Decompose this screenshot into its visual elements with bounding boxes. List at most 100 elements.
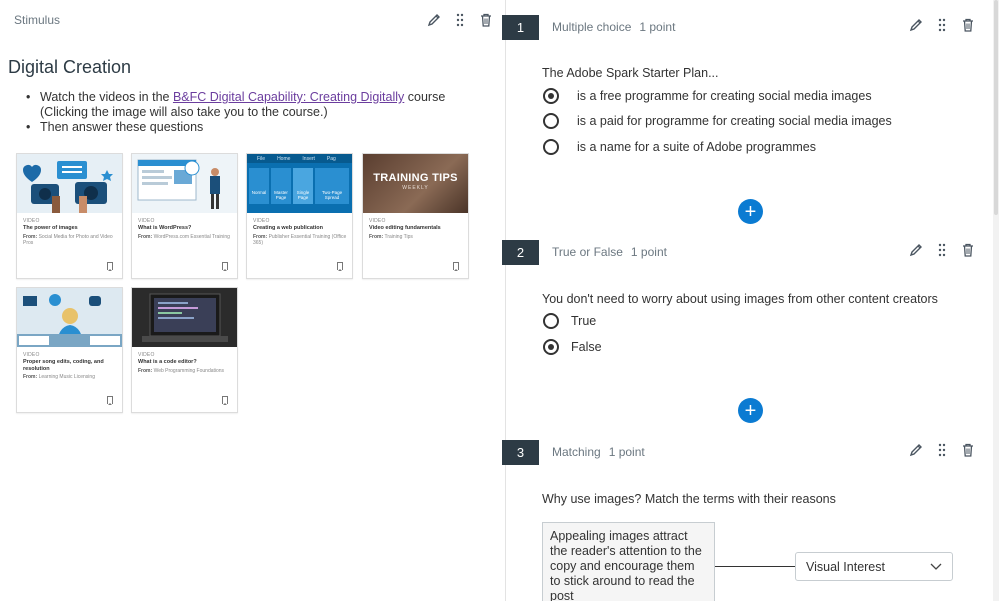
bookmark-icon[interactable]: [453, 262, 459, 271]
bookmark-icon[interactable]: [222, 262, 228, 271]
bookmark-icon[interactable]: [337, 262, 343, 271]
card-source-text: Publisher Essential Training (Office 365…: [253, 233, 347, 246]
thumb-subheadline: WEEKLY: [402, 185, 429, 191]
plus-icon: +: [744, 399, 757, 422]
option-label: is a paid for programme for creating soc…: [577, 114, 892, 128]
card-source-label: From:: [138, 233, 153, 240]
scrollbar-thumb[interactable]: [994, 0, 998, 215]
trash-icon[interactable]: [961, 443, 975, 457]
bookmark-icon[interactable]: [222, 396, 228, 405]
thumb-tile: Single Page: [293, 168, 313, 204]
card-source: From: WordPress.com Essential Training: [138, 234, 233, 240]
instruction-text: Watch the videos in the: [40, 90, 173, 104]
chevron-down-icon: [930, 561, 942, 575]
match-answer-value: Visual Interest: [806, 559, 885, 574]
pencil-icon[interactable]: [909, 243, 923, 257]
question-number-badge: 2: [502, 240, 539, 265]
video-card[interactable]: VIDEO What is WordPress? From: WordPress…: [131, 153, 238, 279]
card-source: From: Social Media for Photo and Video P…: [23, 234, 118, 246]
question-type: Matching: [552, 445, 601, 459]
card-tag: VIDEO: [138, 352, 155, 358]
trash-icon[interactable]: [479, 13, 493, 27]
card-source: From: Web Programming Foundations: [138, 368, 233, 374]
card-source-text: Web Programming Foundations: [153, 367, 225, 374]
thumb-menu-bar: File Home Insert Pag: [247, 154, 352, 163]
question-type: Multiple choice: [552, 20, 632, 34]
bookmark-icon[interactable]: [107, 396, 113, 405]
question-toolbar: [909, 18, 975, 32]
question-type-label: Multiple choice 1 point: [552, 20, 675, 34]
card-source: From: Publisher Essential Training (Offi…: [253, 234, 348, 246]
question-text: Why use images? Match the terms with the…: [542, 492, 836, 506]
drag-handle-icon[interactable]: [935, 443, 949, 457]
card-source-text: Social Media for Photo and Video Pros: [23, 233, 113, 246]
card-tag: VIDEO: [138, 218, 155, 224]
instruction-note: (Clicking the image will also take you t…: [40, 105, 328, 119]
video-thumbnail[interactable]: [132, 288, 237, 347]
video-card[interactable]: TRAINING TIPS WEEKLY VIDEO Video editing…: [362, 153, 469, 279]
answer-option[interactable]: is a free programme for creating social …: [543, 88, 872, 104]
trash-icon[interactable]: [961, 243, 975, 257]
option-label: is a free programme for creating social …: [577, 89, 872, 103]
question-type-label: True or False 1 point: [552, 245, 667, 259]
thumb-tile: Two-Page Spread: [315, 168, 349, 204]
question-toolbar: [909, 243, 975, 257]
card-title: Proper song edits, coding, and resolutio…: [23, 359, 104, 372]
drag-handle-icon[interactable]: [935, 243, 949, 257]
card-title: What is a code editor?: [138, 359, 197, 365]
radio-unselected[interactable]: [543, 313, 559, 329]
card-tag: VIDEO: [23, 218, 40, 224]
instruction-answer: Then answer these questions: [24, 120, 464, 135]
answer-option[interactable]: is a name for a suite of Adobe programme…: [543, 139, 816, 155]
radio-selected[interactable]: [543, 339, 559, 355]
pencil-icon[interactable]: [909, 18, 923, 32]
instruction-text: course: [404, 90, 446, 104]
question-toolbar: [909, 443, 975, 457]
stimulus-title: Digital Creation: [8, 57, 132, 77]
video-card[interactable]: File Home Insert Pag Normal Master Page …: [246, 153, 353, 279]
stimulus-panel: Stimulus Digital Creation Watch the vide…: [0, 0, 506, 601]
answer-option[interactable]: True: [543, 313, 596, 329]
card-tag: VIDEO: [23, 352, 40, 358]
video-thumbnail[interactable]: [17, 154, 122, 213]
instructions-list: Watch the videos in the B&FC Digital Cap…: [24, 90, 464, 135]
stimulus-label: Stimulus: [14, 13, 61, 27]
radio-unselected[interactable]: [543, 113, 559, 129]
answer-option[interactable]: False: [543, 339, 602, 355]
video-card[interactable]: VIDEO What is a code editor? From: Web P…: [131, 287, 238, 413]
plus-icon: +: [744, 200, 757, 223]
video-card[interactable]: VIDEO Proper song edits, coding, and res…: [16, 287, 123, 413]
answer-option[interactable]: is a paid for programme for creating soc…: [543, 113, 892, 129]
match-answer-select[interactable]: Visual Interest: [795, 552, 953, 581]
card-source: From: Learning Music Licensing: [23, 374, 118, 380]
video-thumbnail[interactable]: [132, 154, 237, 213]
question-number-badge: 3: [502, 440, 539, 465]
add-question-button[interactable]: +: [738, 199, 763, 224]
course-link[interactable]: B&FC Digital Capability: Creating Digita…: [173, 90, 404, 104]
question-text: The Adobe Spark Starter Plan...: [542, 66, 719, 80]
video-thumbnail[interactable]: File Home Insert Pag Normal Master Page …: [247, 154, 352, 213]
radio-unselected[interactable]: [543, 139, 559, 155]
video-card[interactable]: VIDEO The power of images From: Social M…: [16, 153, 123, 279]
add-question-button[interactable]: +: [738, 398, 763, 423]
scrollbar[interactable]: [993, 0, 999, 601]
bookmark-icon[interactable]: [107, 262, 113, 271]
pencil-icon[interactable]: [427, 13, 441, 27]
card-title: The power of images: [23, 225, 78, 231]
pencil-icon[interactable]: [909, 443, 923, 457]
card-title: Creating a web publication: [253, 225, 323, 231]
trash-icon[interactable]: [961, 18, 975, 32]
option-label: is a name for a suite of Adobe programme…: [577, 140, 817, 154]
card-source-label: From:: [369, 233, 384, 240]
video-thumbnail[interactable]: TRAINING TIPS WEEKLY: [363, 154, 468, 213]
thumb-menu-item: File: [257, 155, 266, 162]
match-connector-line: [715, 566, 795, 567]
option-label: True: [571, 314, 597, 328]
thumb-tile: Master Page: [271, 168, 291, 204]
drag-handle-icon[interactable]: [453, 13, 467, 27]
drag-handle-icon[interactable]: [935, 18, 949, 32]
question-type: True or False: [552, 245, 623, 259]
radio-selected[interactable]: [543, 88, 559, 104]
card-source-label: From:: [138, 367, 153, 374]
video-thumbnail[interactable]: [17, 288, 122, 347]
